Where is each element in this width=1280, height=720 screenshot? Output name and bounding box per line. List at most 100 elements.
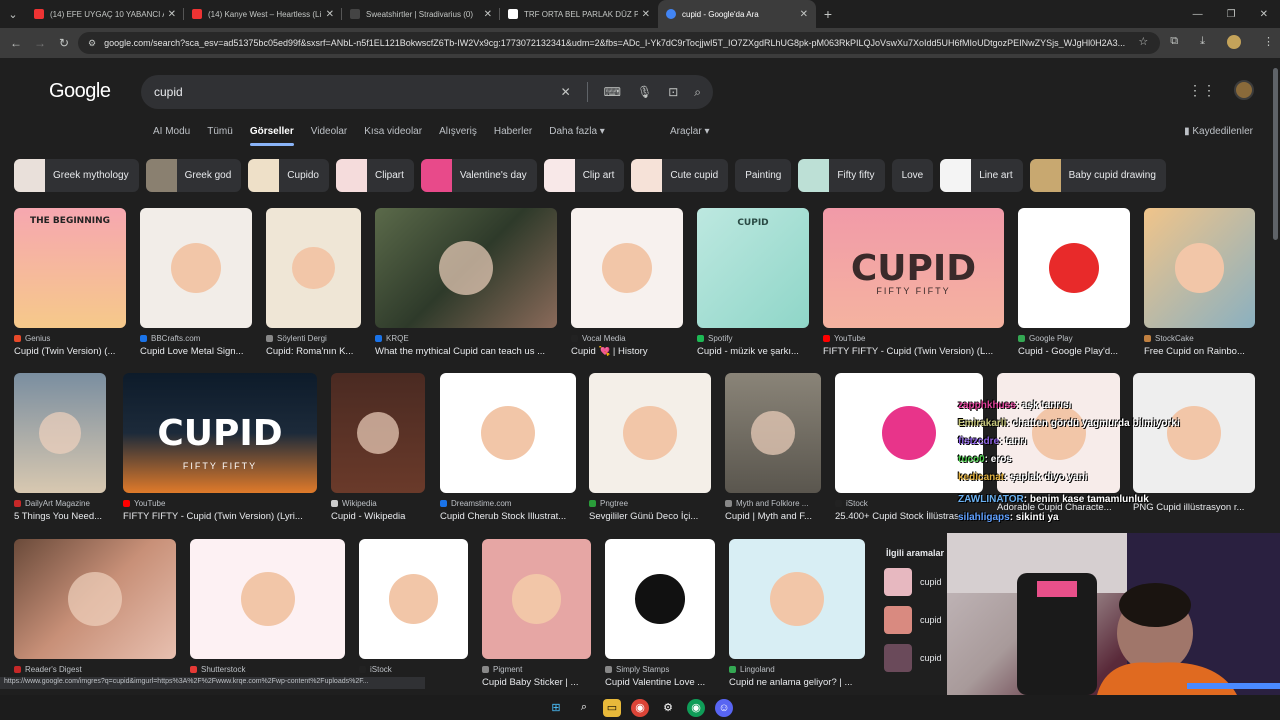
image-result[interactable]: StockCake Free Cupid on Rainbo... [1144,208,1255,357]
tab-search-icon[interactable]: ⌄ [0,0,26,28]
result-source[interactable]: Lingoland [729,665,865,674]
result-source[interactable]: iStock [359,665,468,674]
search-icon[interactable]: ⌕ [694,85,701,100]
new-tab-button[interactable]: + [816,6,840,22]
image-result[interactable]: Google Play Cupid - Google Play'd... [1018,208,1130,357]
result-source[interactable]: KRQE [375,334,557,343]
result-thumbnail[interactable] [14,539,176,659]
image-result[interactable]: Simply Stamps Cupid Valentine Love ... [605,539,715,688]
image-result[interactable]: iStockStock İ... [359,539,468,688]
image-result[interactable]: DailyArt Magazine 5 Things You Need... [14,373,106,522]
result-title[interactable]: What the mythical Cupid can teach us ... [375,346,557,357]
tools-button[interactable]: Araçlar ▾ [670,126,709,137]
close-tab-icon[interactable]: ✕ [484,9,492,20]
image-result[interactable]: Myth and Folklore ... Cupid | Myth and F.… [725,373,821,522]
chip[interactable]: Love [891,159,934,192]
result-title[interactable]: Cupid Baby Sticker | ... [482,677,591,688]
result-source[interactable]: YouTube [823,334,1004,343]
result-source[interactable]: Pigment [482,665,591,674]
tab-news[interactable]: Haberler [494,126,532,137]
browser-tab[interactable]: TRF ORTA BEL PARLAK DÜZ PA... ✕ [500,0,658,28]
image-result[interactable]: Dreamstime.com Cupid Cherub Stock Illustr… [440,373,576,522]
result-source[interactable]: DailyArt Magazine [14,499,106,508]
image-result[interactable]: Shutterstock [190,539,345,677]
result-thumbnail[interactable]: THE BEGINNING [14,208,126,328]
chip[interactable]: Clipart [336,159,414,192]
result-thumbnail[interactable]: CUPID FIFTY FIFTY [823,208,1004,328]
result-source[interactable]: Google Play [1018,334,1130,343]
result-source[interactable]: YouTube [123,499,317,508]
image-result[interactable]: Reader's Digest [14,539,176,677]
image-result[interactable]: CUPID Spotify Cupid - müzik ve şarkı... [697,208,809,357]
google-logo[interactable]: Google [49,80,111,103]
result-thumbnail[interactable] [571,208,683,328]
image-result[interactable]: Pngtree Sevgililer Günü Deco İçi... [589,373,711,522]
tab-all[interactable]: Tümü [207,126,233,137]
profile-avatar[interactable] [1227,35,1241,49]
close-tab-icon[interactable]: ✕ [800,9,808,20]
result-thumbnail[interactable] [375,208,557,328]
result-thumbnail[interactable] [14,373,106,493]
bookmark-star-icon[interactable]: ☆ [1138,35,1148,49]
close-window-icon[interactable]: ✕ [1260,9,1268,20]
tab-ai-mode[interactable]: AI Modu [153,126,190,137]
result-source[interactable]: Reader's Digest [14,665,176,674]
browser-tab[interactable]: Sweatshirtler | Stradivarius (0) ✕ [342,0,500,28]
tab-images[interactable]: Görseller [249,126,294,146]
image-result[interactable]: Söylenti Dergi Cupid: Roma'nın K... [266,208,361,357]
browser-tab-active[interactable]: cupid - Google'da Ara ✕ [658,0,816,28]
result-source[interactable]: Spotify [697,334,809,343]
discord-icon[interactable]: ☺ [715,698,733,717]
apps-grid-icon[interactable]: ⋮⋮ [1188,82,1216,99]
result-title[interactable]: Cupid 💘 | History [571,346,683,357]
result-thumbnail[interactable] [140,208,252,328]
result-title[interactable]: 5 Things You Need... [14,511,106,522]
chip[interactable]: Clip art [543,159,625,192]
browser-menu-icon[interactable]: ⋮ [1263,35,1274,49]
image-result[interactable]: CUPID FIFTY FIFTY YouTube FIFTY FIFTY - Cup… [123,373,317,522]
chrome-icon[interactable]: ◉ [631,698,649,717]
result-thumbnail[interactable] [482,539,591,659]
image-result[interactable]: Wikipedia Cupid - Wikipedia [331,373,425,522]
result-source[interactable]: BBCrafts.com [140,334,252,343]
browser-tab[interactable]: (14) EFE UYGAÇ 10 YABANCI AR... ✕ [26,0,184,28]
result-source[interactable]: Söylenti Dergi [266,334,361,343]
download-icon[interactable]: ⤓ [1200,35,1205,49]
image-result[interactable]: THE BEGINNING Genius Cupid (Twin Version) … [14,208,126,357]
image-result[interactable]: KRQE What the mythical Cupid can teach us… [375,208,557,357]
keyboard-icon[interactable]: ⌨ [604,85,621,99]
result-source[interactable]: Wikipedia [331,499,425,508]
result-title[interactable]: Free Cupid on Rainbo... [1144,346,1255,357]
result-thumbnail[interactable] [331,373,425,493]
result-thumbnail[interactable] [359,539,468,659]
chip[interactable]: Cupido [248,159,329,192]
result-title[interactable]: FIFTY FIFTY - Cupid (Twin Version) (L... [823,346,1004,357]
chip[interactable]: Baby cupid drawing [1029,159,1166,192]
result-source[interactable]: Genius [14,334,126,343]
result-thumbnail[interactable] [190,539,345,659]
lens-icon[interactable]: ⊡ [668,85,678,99]
tab-short-videos[interactable]: Kısa videolar [364,126,422,137]
result-thumbnail[interactable] [589,373,711,493]
result-title[interactable]: Cupid - Wikipedia [331,511,425,522]
image-result[interactable]: Pigment Cupid Baby Sticker | ... [482,539,591,688]
result-title[interactable]: Cupid Valentine Love ... [605,677,715,688]
result-thumbnail[interactable] [440,373,576,493]
folder-icon[interactable]: ▭ [603,698,621,717]
result-thumbnail[interactable]: CUPID [697,208,809,328]
search-icon[interactable]: ⌕ [575,699,593,717]
result-title[interactable]: Cupid ne anlama geliyor? | ... [729,677,865,688]
microphone-icon[interactable]: 🎙 [637,85,652,99]
result-title[interactable]: Cupid - Google Play'd... [1018,346,1130,357]
result-title[interactable]: Cupid Cherub Stock Illustrat... [440,511,576,522]
result-source[interactable]: StockCake [1144,334,1255,343]
image-result[interactable]: BBCrafts.com Cupid Love Metal Sign... [140,208,252,357]
result-thumbnail[interactable] [1018,208,1130,328]
result-thumbnail[interactable] [1144,208,1255,328]
page-scrollbar[interactable] [1273,68,1278,240]
chip[interactable]: Greek mythology [14,159,139,192]
restore-icon[interactable]: ❐ [1227,9,1236,20]
image-result[interactable]: Lingoland Cupid ne anlama geliyor? | ... [729,539,865,688]
chip[interactable]: Line art [940,159,1023,192]
windows-icon[interactable]: ⊞ [547,699,565,717]
